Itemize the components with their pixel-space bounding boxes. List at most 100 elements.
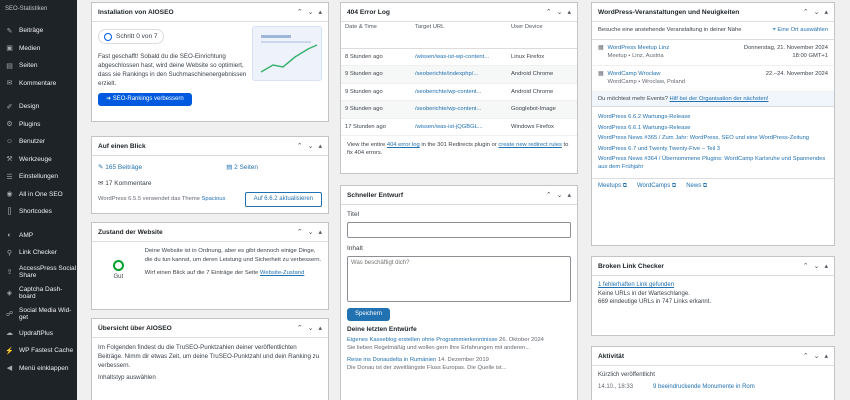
log-device: Googlebot-Image	[507, 100, 577, 119]
user-icon: ☺	[5, 138, 14, 146]
chevron-down-icon[interactable]: ⌄	[308, 324, 314, 332]
sidebar-item-user[interactable]: ☺ Benutzer	[0, 133, 77, 151]
activity-date: 14.10., 18:33	[598, 384, 634, 390]
log-target-url[interactable]: /wissen/was-ist-wp-content...	[411, 48, 507, 66]
chevron-down-icon[interactable]: ⌄	[308, 228, 314, 236]
chevron-up-icon[interactable]: ⌃	[803, 262, 809, 270]
activity-post-link[interactable]: 9 beeindruckende Monumente in Rom	[653, 383, 755, 392]
event-link[interactable]: WordPress Meetup Linz	[607, 45, 669, 53]
column-header[interactable]: Target URL	[411, 22, 507, 49]
widget-title: Übersicht über AIOSEO	[98, 324, 172, 332]
news-link-item[interactable]: WordPress News #364 / Übernommene Plugin…	[598, 156, 828, 171]
chevron-up-icon[interactable]: ⌃	[803, 352, 809, 360]
event-link[interactable]: WordCamp Wroclaw	[607, 71, 685, 79]
wordcamps-link[interactable]: WordCamps ⧉	[637, 183, 676, 190]
sidebar-item-comment[interactable]: ✉ Kommentare	[0, 75, 77, 93]
sidebar-item-pin[interactable]: ✎ Beiträge	[0, 22, 77, 40]
posts-count-link[interactable]: ✎ 165 Beiträge	[98, 163, 142, 172]
share-icon: ⇪	[6, 269, 13, 276]
draft-title-input[interactable]	[347, 222, 571, 238]
chevron-up-icon[interactable]: ⌃	[546, 8, 552, 16]
improve-rankings-button[interactable]: ➜ SEO-Rankings verbessern	[98, 93, 192, 106]
sidebar-item-share[interactable]: ⇪ AccessPress Social Share	[0, 262, 77, 283]
caret-down-icon[interactable]: ▴	[318, 324, 322, 332]
chevron-up-icon[interactable]: ⌃	[297, 8, 303, 16]
aioseo-icon: ◉	[6, 191, 13, 199]
chevron-down-icon[interactable]: ⌄	[814, 352, 820, 360]
organize-event-link[interactable]: Hilf bei der Organisation der nächsten!	[670, 96, 769, 102]
meetups-link[interactable]: Meetups ⧉	[598, 183, 627, 190]
sidebar-item-plugin[interactable]: ⚙ Plugins	[0, 116, 77, 134]
log-target-url[interactable]: /wissen/was-ist-jQGBGL...	[411, 118, 507, 136]
sidebar-item-aioseo[interactable]: ◉ All in One SEO	[0, 186, 77, 204]
error-log-link[interactable]: 404 error log	[387, 142, 420, 148]
sidebar-item-amp[interactable]: ◐ AMP	[0, 227, 77, 245]
caret-down-icon[interactable]: ▴	[824, 262, 828, 270]
sidebar-item-cache[interactable]: ⚡ WP Fastest Cache	[0, 342, 77, 360]
caret-down-icon[interactable]: ▴	[567, 191, 571, 199]
site-health-link[interactable]: Website-Zustand	[260, 270, 304, 276]
draft-content-textarea[interactable]	[347, 256, 571, 302]
chevron-up-icon[interactable]: ⌃	[297, 228, 303, 236]
chevron-up-icon[interactable]: ⌃	[297, 142, 303, 150]
news-link-item[interactable]: WordPress 6.6.2 Wartungs-Release	[598, 114, 828, 122]
sidebar-item-label: Captcha Dash-board	[19, 285, 63, 301]
sidebar-item-captcha[interactable]: ◈ Captcha Dash-board	[0, 283, 77, 304]
sidebar-item-link[interactable]: ⚲ Link Checker	[0, 244, 77, 262]
sidebar-item-collapse[interactable]: ◀ Menü einklappen	[0, 360, 77, 378]
news-list: WordPress 6.6.2 Wartungs-Release WordPres…	[592, 107, 834, 178]
log-target-url[interactable]: /seoberichte/indexphp/...	[411, 65, 507, 84]
column-header[interactable]: User Device	[507, 22, 577, 49]
log-device: Windows Firefox	[507, 118, 577, 136]
sidebar-item-media[interactable]: ▣ Medien	[0, 40, 77, 58]
create-redirect-link[interactable]: create new redirect rules	[498, 142, 561, 148]
chevron-down-icon[interactable]: ⌄	[557, 191, 563, 199]
sidebar-item-backup[interactable]: ☁ UpdraftPlus	[0, 325, 77, 343]
sidebar-item-shortcode[interactable]: [] Shortcodes	[0, 203, 77, 221]
chevron-up-icon[interactable]: ⌃	[803, 8, 809, 16]
chevron-down-icon[interactable]: ⌄	[814, 8, 820, 16]
broken-link-checker-widget: Broken Link Checker ⌃ ⌄ ▴ 1 fehlerhaften Li…	[591, 256, 835, 336]
sidebar-item-brush[interactable]: ✐ Design	[0, 98, 77, 116]
comments-count-link[interactable]: ✉ 17 Kommentare	[98, 179, 322, 188]
log-device: Android Chrome	[507, 83, 577, 101]
draft-link[interactable]: Reise ins Donaudelta in Rumänien	[347, 357, 436, 363]
content-type-select[interactable]: Inhaltstyp auswählen	[98, 373, 322, 382]
column-header[interactable]: Date & Time	[341, 22, 411, 49]
caret-down-icon[interactable]: ▴	[824, 8, 828, 16]
caret-down-icon[interactable]: ▴	[567, 8, 571, 16]
draft-link[interactable]: Eigenes Kasseblog erstellen ohne Program…	[347, 337, 497, 343]
log-date: 9 Stunden ago	[341, 83, 411, 101]
log-target-url[interactable]: /seoberichte/wp-content...	[411, 83, 507, 101]
chevron-down-icon[interactable]: ⌄	[814, 262, 820, 270]
draft-excerpt: Die Donau ist der zweitlängste Fluss Eur…	[347, 365, 507, 371]
chevron-down-icon[interactable]: ⌄	[557, 8, 563, 16]
caret-down-icon[interactable]: ▴	[318, 142, 322, 150]
chevron-up-icon[interactable]: ⌃	[546, 191, 552, 199]
caret-down-icon[interactable]: ▴	[318, 228, 322, 236]
health-text: Deine Website ist in Ordnung, aber es gi…	[144, 248, 322, 263]
site-name[interactable]: SEO-Statistiken	[0, 0, 77, 22]
news-link-item[interactable]: WordPress News #365 / Zum Jahr: WordPres…	[598, 135, 828, 143]
log-target-url[interactable]: /seoberichte/wp-content...	[411, 100, 507, 119]
chevron-down-icon[interactable]: ⌄	[308, 142, 314, 150]
theme-link[interactable]: Spacious	[202, 196, 226, 202]
progress-step: Schritt 0 von 7	[116, 33, 158, 40]
event-time: 18:00 GMT+1	[792, 52, 828, 59]
caret-down-icon[interactable]: ▴	[318, 8, 322, 16]
sidebar-item-wrench[interactable]: ⚒ Werkzeuge	[0, 151, 77, 169]
sidebar-item-page[interactable]: ▤ Seiten	[0, 57, 77, 75]
news-link-item[interactable]: WordPress 6.7 und Twenty Twenty-Five – T…	[598, 146, 828, 154]
save-draft-button[interactable]: Speichern	[347, 308, 391, 321]
news-link[interactable]: News ⧉	[686, 183, 707, 190]
pages-count-link[interactable]: ▤ 2 Seiten	[226, 163, 258, 172]
sidebar-item-settings[interactable]: ☰ Einstellungen	[0, 168, 77, 186]
chevron-down-icon[interactable]: ⌄	[308, 8, 314, 16]
update-wordpress-button[interactable]: Auf 6.6.2 aktualisieren	[244, 192, 322, 207]
caret-down-icon[interactable]: ▴	[824, 352, 828, 360]
chevron-up-icon[interactable]: ⌃	[297, 324, 303, 332]
broken-links-link[interactable]: 1 fehlerhaften Link gefunden	[598, 281, 828, 290]
sidebar-item-social[interactable]: ☍ Social Media Wid-get	[0, 304, 77, 325]
select-location-button[interactable]: ⌖ Eine Ort auswählen	[773, 27, 828, 34]
news-link-item[interactable]: WordPress 6.6.1 Wartungs-Release	[598, 125, 828, 133]
